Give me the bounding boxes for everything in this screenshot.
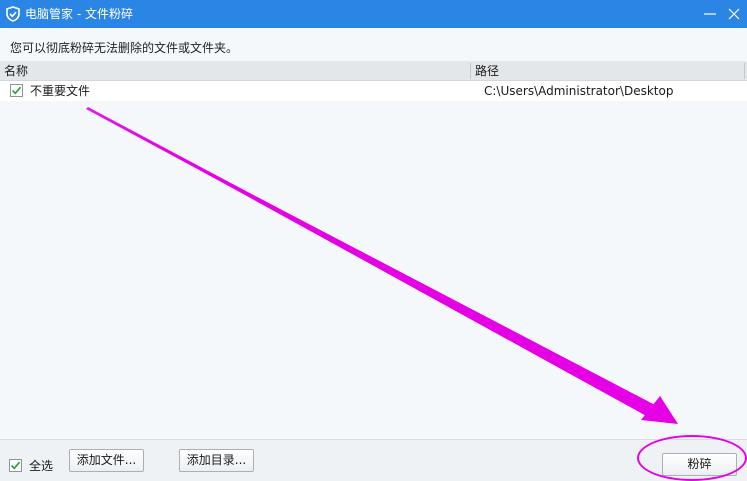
minimize-icon[interactable]	[703, 7, 717, 21]
column-divider[interactable]	[470, 63, 471, 79]
file-list: 不重要文件 C:\Users\Administrator\Desktop	[0, 81, 747, 439]
file-checkbox[interactable]	[10, 84, 23, 97]
file-row[interactable]: 不重要文件 C:\Users\Administrator\Desktop	[0, 81, 747, 101]
footer-toolbar: 全选 添加文件... 添加目录... 粉碎	[0, 439, 747, 481]
column-path-header[interactable]: 路径	[475, 61, 499, 81]
column-divider[interactable]	[744, 63, 745, 79]
description-text: 您可以彻底粉碎无法删除的文件或文件夹。	[10, 41, 239, 55]
select-all-checkbox[interactable]: 全选	[9, 457, 53, 474]
add-file-button[interactable]: 添加文件...	[69, 449, 144, 472]
select-all-box[interactable]	[9, 459, 22, 472]
title-bar: 电脑管家 - 文件粉碎	[0, 0, 747, 28]
select-all-label[interactable]: 全选	[29, 457, 53, 474]
close-icon[interactable]	[727, 7, 741, 21]
checkmark-icon	[10, 461, 21, 470]
window-title: 电脑管家 - 文件粉碎	[25, 7, 133, 21]
column-header: 名称 路径	[0, 61, 747, 81]
file-name: 不重要文件	[30, 84, 91, 98]
column-name-header[interactable]: 名称	[4, 61, 28, 81]
shield-logo-icon	[5, 6, 21, 22]
add-directory-button[interactable]: 添加目录...	[179, 449, 254, 472]
annotation-circle	[637, 435, 747, 481]
file-path: C:\Users\Administrator\Desktop	[484, 84, 674, 98]
checkmark-icon	[11, 86, 22, 95]
